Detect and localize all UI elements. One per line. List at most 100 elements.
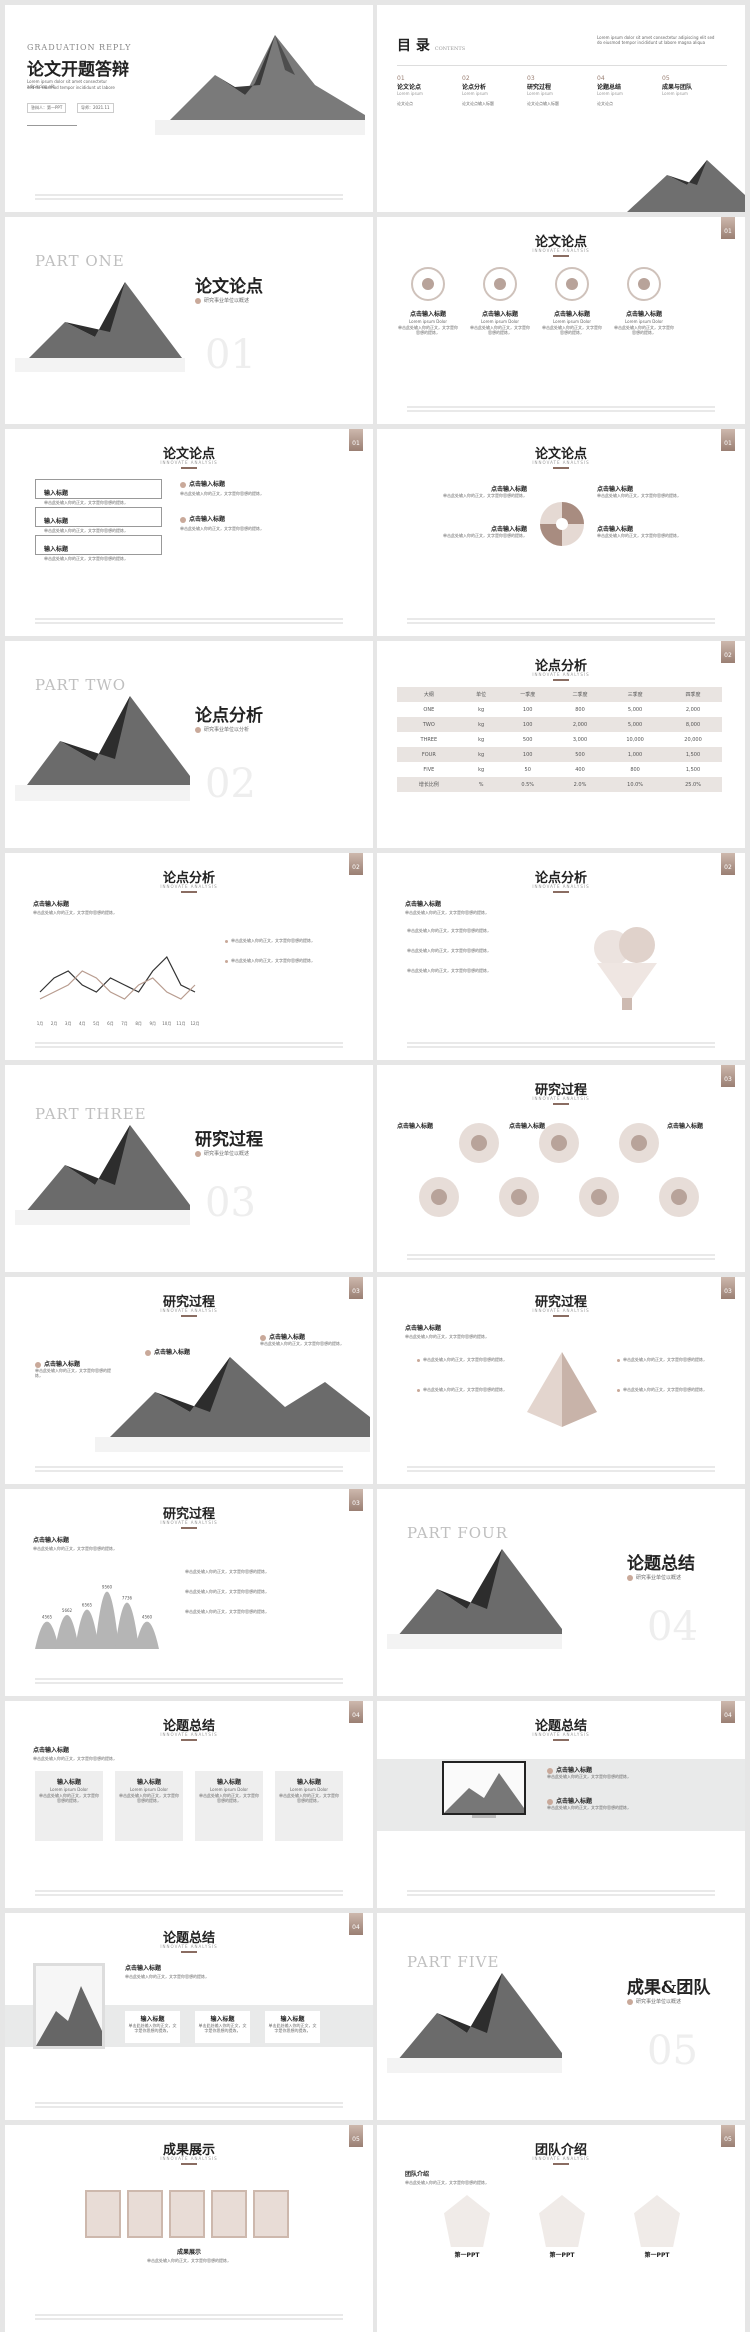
- input-box-2[interactable]: 输入标题 单击此处输入你的正文，文字是你思想的提炼，: [35, 507, 162, 533]
- card-body: 单击此处输入你的正文，文字是你思想的提炼，: [39, 1793, 99, 1803]
- photo-box-2[interactable]: 输入标题 单击此处输入你的正文，文字是你思想的提炼，: [195, 2011, 250, 2043]
- team-member-2[interactable]: 第一PPT: [532, 2195, 592, 2259]
- footer-watermark: [5, 2100, 373, 2112]
- certificate-2[interactable]: [127, 2190, 163, 2238]
- slide-part-two[interactable]: PART TWO 论点分析 研究事业单位以分析 02: [5, 641, 373, 848]
- section-subtitle-text: 研究事业单位以概述: [204, 1151, 250, 1157]
- bullet-dot: [617, 1358, 620, 1362]
- mountain-illustration: [95, 1357, 370, 1452]
- slide-thesis-inputs[interactable]: 01 论文论点 INNOVATE ANALYSIS 输入标题 单击此处输入你的正文…: [5, 429, 373, 636]
- point-heading-text: 点击输入标题: [44, 1361, 81, 1368]
- summary-card-2[interactable]: 输入标题 Lorem ipsum Dolor 单击此处输入你的正文，文字是你思想的提…: [115, 1771, 183, 1841]
- point-heading: 点击输入标题: [547, 1765, 717, 1774]
- point-body: 单击此处输入你的正文，文字是你思想的提炼，: [35, 1368, 111, 1378]
- feature-3: 点击输入标题 Lorem ipsum Dolor 单击此处输入你的正文，文字是你思想…: [541, 309, 603, 335]
- slide-summary-cards[interactable]: 04 论题总结 INNOVATE ANALYSIS 点击输入标题 单击此处输入你…: [5, 1701, 373, 1908]
- slide-cover[interactable]: GRADUATION REPLY 论文开题答辩 Lorem ipsum dolo…: [5, 5, 373, 212]
- table-cell: 100: [501, 747, 554, 762]
- title-underline: [181, 1739, 197, 1741]
- point-heading-text: 点击输入标题: [154, 1349, 191, 1356]
- toc-item-2[interactable]: 02 论点分析 Lorem ipsum 论文论点输入标题: [462, 75, 522, 107]
- table-cell: 2,000: [685, 706, 701, 713]
- slide-process-hills-chart[interactable]: 03 研究过程 INNOVATE ANALYSIS 点击输入标题 单击此处输入你…: [5, 1489, 373, 1696]
- table-row: TWO kg 100 2,000 5,000 8,000: [397, 717, 722, 732]
- hill-value-label: 7736: [122, 1596, 133, 1601]
- point-body: 单击此处输入你的正文，文字是你思想的提炼，: [547, 1774, 631, 1779]
- certificate-5[interactable]: [253, 2190, 289, 2238]
- slide-part-three[interactable]: PART THREE 研究过程 研究事业单位以概述 03: [5, 1065, 373, 1272]
- toc-item-1[interactable]: 01 论文论点 Lorem ipsum 论文论点: [397, 75, 457, 107]
- hills-note-text: 单击此处输入你的正文，文字是你思想的提炼，: [185, 1589, 269, 1594]
- x-tick-label: 12月: [190, 1021, 199, 1026]
- slide-analysis-table[interactable]: 02 论点分析 INNOVATE ANALYSIS 大纲 单位 一季度 二季度 三季度四…: [377, 641, 745, 848]
- recycle-icon: [411, 267, 445, 301]
- funnel-note-text: 单击此处输入你的正文，文字是你思想的提炼，: [407, 948, 491, 953]
- footer-watermark: [377, 616, 745, 628]
- summary-card-3[interactable]: 输入标题 Lorem ipsum Dolor 单击此处输入你的正文，文字是你思想的提…: [195, 1771, 263, 1841]
- hill-mark: [115, 1602, 139, 1649]
- toc-item-5[interactable]: 05 成果与团队 Lorem ipsum: [662, 75, 732, 96]
- chart-note-text: 单击此处输入你的正文，文字是你思想的提炼，: [231, 938, 315, 943]
- funnel-note-2: 单击此处输入你的正文，文字是你思想的提炼，: [407, 948, 557, 953]
- box-title: 输入标题: [140, 2016, 165, 2023]
- box-body: 单击此处输入你的正文，文字是你思想的提炼，: [198, 2023, 247, 2033]
- hill-value-label: 5662: [62, 1608, 73, 1613]
- slide-process-mountain[interactable]: 03 研究过程 INNOVATE ANALYSIS 点击输入标题 单击此处输入你的…: [5, 1277, 373, 1484]
- slide-summary-photo[interactable]: 04 论题总结 INNOVATE ANALYSIS 点击输入标题 单击此处输入你…: [5, 1913, 373, 2120]
- point-heading: 点击输入标题: [597, 526, 634, 533]
- summary-card-4[interactable]: 输入标题 Lorem ipsum Dolor 单击此处输入你的正文，文字是你思想的提…: [275, 1771, 343, 1841]
- slide-analysis-chart[interactable]: 02 论点分析 INNOVATE ANALYSIS 点击输入标题 单击此处输入你…: [5, 853, 373, 1060]
- certificate-4[interactable]: [211, 2190, 247, 2238]
- footer-watermark: [377, 1040, 745, 1052]
- photo-box-3[interactable]: 输入标题 单击此处输入你的正文，文字是你思想的提炼，: [265, 2011, 320, 2043]
- section-subtitle-text: 研究事业单位以分析: [204, 727, 250, 733]
- toc-desc: 论文论点: [397, 101, 413, 106]
- cards-body: 单击此处输入你的正文，文字是你思想的提炼，: [33, 1756, 117, 1761]
- team-member-3[interactable]: 第一PPT: [627, 2195, 687, 2259]
- slide-part-four[interactable]: PART FOUR 论题总结 研究事业单位以概述 04: [377, 1489, 745, 1696]
- slide-achievements[interactable]: 05 成果展示 INNOVATE ANALYSIS 成果展示 单击此处输入你的正…: [5, 2125, 373, 2332]
- table-cell: 10.0%: [606, 777, 665, 792]
- toc-item-3[interactable]: 03 研究过程 Lorem ipsum 论文论点输入标题: [527, 75, 587, 107]
- slide-part-five[interactable]: PART FIVE 成果&团队 研究事业单位以概述 05: [377, 1913, 745, 2120]
- slide-thesis-swirl[interactable]: 01 论文论点 INNOVATE ANALYSIS 点击输入标题 单击此处输入你的…: [377, 429, 745, 636]
- slide-part-one[interactable]: PART ONE 论文论点 研究事业单位以概述 01: [5, 217, 373, 424]
- table-cell: kg: [478, 706, 485, 713]
- slide-contents[interactable]: 目 录 CONTENTS Lorem ipsum dolor sit amet …: [377, 5, 745, 212]
- feature-4: 点击输入标题 Lorem ipsum Dolor 单击此处输入你的正文，文字是你思想…: [613, 309, 675, 335]
- side-heading-body: 单击此处输入你的正文，文字是你思想的提炼，: [180, 526, 264, 531]
- input-box-3[interactable]: 输入标题 单击此处输入你的正文，文字是你思想的提炼，: [35, 535, 162, 561]
- slide-process-circles[interactable]: 03 研究过程 INNOVATE ANALYSIS 点击输入标题 点击输入标题 …: [377, 1065, 745, 1272]
- cards-heading: 点击输入标题: [33, 1747, 70, 1754]
- box-body: 单击此处输入你的正文，文字是你思想的提炼，: [128, 2023, 177, 2033]
- x-tick-label: 4月: [79, 1021, 86, 1026]
- team-member-1[interactable]: 第一PPT: [437, 2195, 497, 2259]
- slide-thesis-icons[interactable]: 01 论文论点 INNOVATE ANALYSIS 点击输入标题 Lorem ip…: [377, 217, 745, 424]
- card-title: 输入标题: [136, 1779, 161, 1786]
- process-label-1: 点击输入标题: [397, 1123, 434, 1130]
- slide-process-pyramid[interactable]: 03 研究过程 INNOVATE ANALYSIS 点击输入标题 单击此处输入你…: [377, 1277, 745, 1484]
- summary-card-1[interactable]: 输入标题 Lorem ipsum Dolor 单击此处输入你的正文，文字是你思想的提…: [35, 1771, 103, 1841]
- x-tick-label: 11月: [176, 1021, 185, 1026]
- title-underline: [553, 467, 569, 469]
- box-body: 单击此处输入你的正文，文字是你思想的提炼，: [44, 500, 128, 505]
- slide-subtitle: INNOVATE ANALYSIS: [160, 1732, 218, 1737]
- slide-team[interactable]: 05 团队介绍 INNOVATE ANALYSIS 团队介绍 单击此处输入你的正…: [377, 2125, 745, 2332]
- photo-box-1[interactable]: 输入标题 单击此处输入你的正文，文字是你思想的提炼，: [125, 2011, 180, 2043]
- certificate-3[interactable]: [169, 2190, 205, 2238]
- input-box-1[interactable]: 输入标题 单击此处输入你的正文，文字是你思想的提炼，: [35, 479, 162, 505]
- slide-analysis-funnel[interactable]: 02 论点分析 INNOVATE ANALYSIS 点击输入标题 单击此处输入你…: [377, 853, 745, 1060]
- point-heading: 点击输入标题: [35, 1359, 115, 1368]
- member-name: 第一PPT: [454, 2252, 480, 2259]
- certificate-1[interactable]: [85, 2190, 121, 2238]
- bullet-dot: [180, 516, 186, 523]
- toc-item-4[interactable]: 04 论题总结 Lorem ipsum 论文论点: [597, 75, 657, 107]
- funnel-graphic: [594, 927, 657, 1010]
- slide-summary-monitor[interactable]: 04 论题总结 INNOVATE ANALYSIS 点击输入标题 单击此处输入你的…: [377, 1701, 745, 1908]
- feature-body: 单击此处输入你的正文，文字是你思想的提炼，: [470, 325, 530, 335]
- swirl-graphic: [540, 502, 584, 546]
- mountain-illustration: [387, 1973, 562, 2073]
- card-en: Lorem ipsum Dolor: [210, 1787, 248, 1792]
- point-heading: 点击输入标题: [597, 486, 634, 493]
- table-cell: 1,500: [685, 766, 701, 773]
